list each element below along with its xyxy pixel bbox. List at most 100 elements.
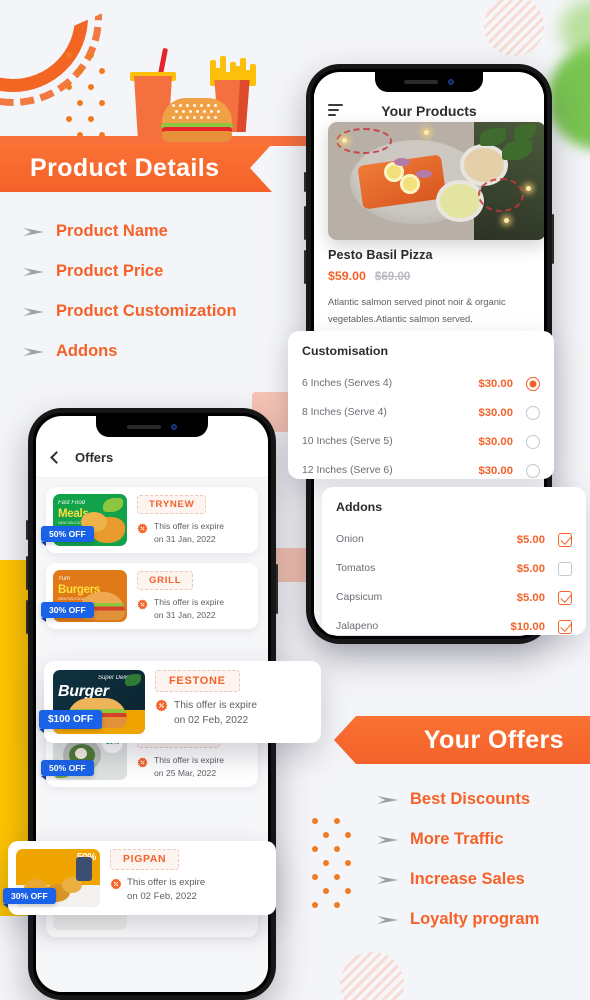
dot — [77, 132, 83, 138]
offer-expiry: This offer is expire on 31 Jan, 2022 — [137, 520, 251, 546]
checkbox-icon[interactable] — [558, 561, 572, 576]
phone-notch — [96, 416, 208, 437]
offer-card-pigpan[interactable]: 50% PIGPAN This offer is expireon 02 Feb… — [3, 841, 276, 915]
fry — [250, 64, 256, 86]
seed — [200, 116, 203, 119]
discount-badge-icon — [137, 597, 148, 610]
radio-button-icon[interactable] — [526, 376, 540, 391]
seed — [196, 110, 199, 113]
addon-row[interactable]: Jalapeno $10.00 — [336, 612, 572, 641]
seed — [203, 110, 206, 113]
feature-label: Best Discounts — [410, 790, 531, 808]
option-price: $30.00 — [478, 464, 513, 477]
product-old-price: $69.00 — [374, 270, 411, 283]
dot — [88, 84, 94, 90]
product-info: Pesto Basil Pizza $59.00 $69.00 Atlantic… — [328, 248, 530, 328]
offer-discount-badge: 50% OFF — [41, 760, 94, 780]
seed — [175, 110, 178, 113]
thumb-subtitle: Yum — [58, 576, 71, 582]
arrow-bullet-icon — [376, 913, 400, 927]
dot — [323, 832, 329, 838]
dot — [66, 116, 72, 122]
dot — [99, 68, 105, 74]
seed — [172, 104, 175, 107]
dot — [88, 52, 94, 58]
customisation-option[interactable]: 12 Inches (Serve 6) $30.00 — [302, 456, 540, 485]
radio-button-icon[interactable] — [526, 434, 540, 449]
feature-label: More Traffic — [410, 830, 504, 848]
offer-card[interactable]: Yum Burgers NEW DELICIOUS BURGER TASTE G… — [41, 563, 258, 629]
customisation-option[interactable]: 8 Inches (Serve 4) $30.00 — [302, 398, 540, 427]
addon-row[interactable]: Capsicum $5.00 — [336, 583, 572, 612]
offer-discount-badge: 30% OFF — [3, 888, 56, 908]
customisation-option[interactable]: 6 Inches (Serves 4) $30.00 — [302, 369, 540, 398]
arrow-bullet-icon — [376, 833, 400, 847]
offer-details: GRILL This offer is expire on 31 Jan, 202… — [127, 570, 251, 622]
dot — [312, 846, 318, 852]
phone-notch — [375, 72, 483, 92]
discount-badge-icon — [137, 755, 148, 768]
option-label: 8 Inches (Serve 4) — [302, 407, 387, 418]
offer-code: PIGPAN — [110, 849, 180, 870]
thumb-subtitle: Fast Food — [58, 500, 86, 506]
feature-label: Product Customization — [56, 302, 237, 320]
dot-grid-decor-bottom — [312, 818, 352, 914]
option-label: 12 Inches (Serve 6) — [302, 465, 393, 476]
checkbox-icon[interactable] — [558, 590, 572, 605]
offer-discount-badge: 50% OFF — [41, 526, 94, 546]
seed — [200, 104, 203, 107]
seed — [193, 104, 196, 107]
offer-card-festone[interactable]: Super Delicious Burger FESTONE This offe… — [39, 661, 321, 743]
seed — [210, 110, 213, 113]
radio-button-icon[interactable] — [526, 463, 540, 478]
chevron-left-icon[interactable] — [50, 451, 63, 464]
feature-row: Addons — [22, 342, 237, 361]
offer-card[interactable]: Fast Food Meals NEW DELICIOUS BURGER TAS… — [41, 487, 258, 553]
product-price-row: $59.00 $69.00 — [328, 269, 530, 283]
option-price: $30.00 — [478, 406, 513, 419]
dot-grid-decor-top — [66, 52, 106, 138]
dashed-arc-decor — [0, 0, 102, 106]
addon-row[interactable]: Tomatos $5.00 — [336, 554, 572, 583]
seed — [179, 104, 182, 107]
products-header-title: Your Products — [381, 103, 477, 119]
offer-code: GRILL — [137, 571, 194, 590]
seed — [214, 104, 217, 107]
radio-button-icon[interactable] — [526, 405, 540, 420]
dot — [312, 902, 318, 908]
offer-code: FESTONE — [155, 670, 240, 692]
solid-arc-decor — [0, 0, 88, 92]
dot — [334, 846, 340, 852]
offer-details: FESTONE This offer is expire on 02 Feb, 2… — [145, 670, 312, 734]
offer-expiry-text: This offer is expire on 02 Feb, 2022 — [174, 700, 258, 727]
feature-row: More Traffic — [376, 830, 539, 849]
offer-expiry-text: This offer is expire on 31 Jan, 2022 — [154, 597, 225, 620]
addon-row[interactable]: Onion $5.00 — [336, 525, 572, 554]
fry — [230, 62, 236, 86]
feature-row: Product Customization — [22, 302, 237, 321]
fry — [220, 56, 226, 86]
addons-card: Addons Onion $5.00 Tomatos $5.00 Capsicu… — [322, 487, 586, 635]
dot — [345, 860, 351, 866]
green-blob-decor — [548, 42, 590, 150]
striped-circle-decor-bottom — [340, 952, 404, 1000]
dot — [334, 818, 340, 824]
fry — [210, 60, 216, 86]
dot — [345, 888, 351, 894]
checkbox-icon[interactable] — [558, 532, 572, 547]
product-description: Atlantic salmon served pinot noir & orga… — [328, 296, 506, 325]
offer-expiry-text: This offer is expire on 02 Feb, 2022 — [127, 877, 206, 903]
product-photo — [328, 122, 544, 240]
option-price: $30.00 — [478, 435, 513, 448]
seed — [214, 116, 217, 119]
feature-label: Product Price — [56, 262, 164, 280]
feature-label: Addons — [56, 342, 118, 360]
feature-row: Increase Sales — [376, 870, 539, 889]
customisation-option[interactable]: 10 Inches (Serve 5) $30.00 — [302, 427, 540, 456]
product-name: Pesto Basil Pizza — [328, 248, 433, 262]
dot — [334, 902, 340, 908]
dot — [77, 100, 83, 106]
checkbox-icon[interactable] — [558, 619, 572, 634]
addons-title: Addons — [336, 500, 383, 514]
arc-mask — [0, 0, 239, 38]
